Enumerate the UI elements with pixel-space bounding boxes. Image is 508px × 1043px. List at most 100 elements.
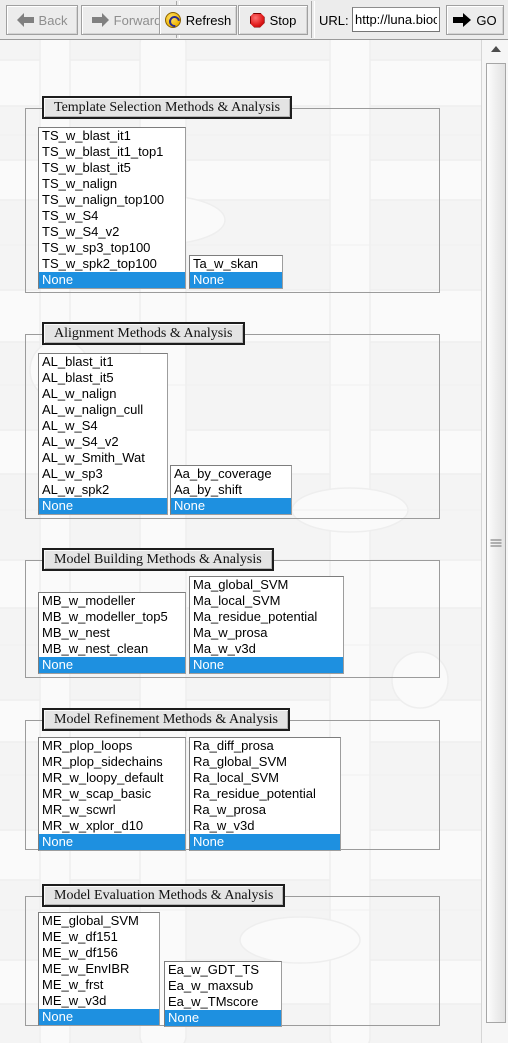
- list-item[interactable]: TS_w_blast_it1_top1: [39, 144, 185, 160]
- listbox-model-building-methods[interactable]: MB_w_modeller MB_w_modeller_top5 MB_w_ne…: [38, 592, 186, 674]
- listbox-alignment-methods[interactable]: AL_blast_it1 AL_blast_it5 AL_w_nalign AL…: [38, 353, 168, 515]
- vertical-scrollbar[interactable]: [481, 40, 508, 1043]
- list-item[interactable]: TS_w_nalign: [39, 176, 185, 192]
- list-item[interactable]: ME_w_v3d: [39, 993, 159, 1009]
- list-item[interactable]: TS_w_spk2_top100: [39, 256, 185, 272]
- list-item[interactable]: TS_w_S4_v2: [39, 224, 185, 240]
- scroll-up-arrow-icon[interactable]: [486, 42, 506, 56]
- toolbar-separator-2: [311, 1, 315, 38]
- section-template-selection-legend: Template Selection Methods & Analysis: [42, 96, 293, 119]
- list-item-selected[interactable]: None: [171, 498, 291, 514]
- list-item[interactable]: ME_w_df151: [39, 929, 159, 945]
- list-item[interactable]: ME_w_frst: [39, 977, 159, 993]
- list-item-selected[interactable]: None: [39, 834, 185, 850]
- arrow-right-icon: [91, 13, 109, 27]
- list-item[interactable]: AL_w_S4_v2: [39, 434, 167, 450]
- section-alignment-legend: Alignment Methods & Analysis: [42, 322, 245, 345]
- list-item[interactable]: Ea_w_GDT_TS: [165, 962, 281, 978]
- list-item[interactable]: AL_w_nalign_cull: [39, 402, 167, 418]
- arrow-left-icon: [16, 13, 34, 27]
- section-model-evaluation-legend: Model Evaluation Methods & Analysis: [42, 884, 286, 907]
- browser-toolbar: Back Forward Refresh Stop URL: GO: [0, 0, 508, 40]
- list-item[interactable]: TS_w_nalign_top100: [39, 192, 185, 208]
- list-item[interactable]: Ra_global_SVM: [190, 754, 340, 770]
- list-item[interactable]: MR_plop_loops: [39, 738, 185, 754]
- list-item[interactable]: AL_w_nalign: [39, 386, 167, 402]
- list-item[interactable]: AL_w_sp3: [39, 466, 167, 482]
- section-model-refinement-legend: Model Refinement Methods & Analysis: [42, 708, 290, 731]
- stop-button-label: Stop: [269, 12, 297, 28]
- list-item[interactable]: Ra_w_prosa: [190, 802, 340, 818]
- web-page: Template Selection Methods & Analysis TS…: [0, 40, 481, 1043]
- listbox-model-evaluation-methods[interactable]: ME_global_SVM ME_w_df151 ME_w_df156 ME_w…: [38, 912, 160, 1026]
- listbox-model-refinement-methods[interactable]: MR_plop_loops MR_plop_sidechains MR_w_lo…: [38, 737, 186, 851]
- list-item-selected[interactable]: None: [165, 1010, 281, 1026]
- list-item[interactable]: TS_w_blast_it1: [39, 128, 185, 144]
- url-label: URL:: [319, 13, 349, 28]
- forward-button-label: Forward: [113, 12, 162, 28]
- refresh-circular-arrow-icon: [164, 12, 181, 28]
- back-button[interactable]: Back: [6, 5, 78, 35]
- list-item[interactable]: ME_w_df156: [39, 945, 159, 961]
- list-item[interactable]: Ra_local_SVM: [190, 770, 340, 786]
- listbox-template-selection-methods[interactable]: TS_w_blast_it1 TS_w_blast_it1_top1 TS_w_…: [38, 127, 186, 289]
- list-item[interactable]: Aa_by_shift: [171, 482, 291, 498]
- list-item[interactable]: AL_blast_it5: [39, 370, 167, 386]
- list-item[interactable]: AL_w_S4: [39, 418, 167, 434]
- arrow-right-black-icon: [453, 13, 472, 27]
- list-item[interactable]: TS_w_blast_it5: [39, 160, 185, 176]
- list-item[interactable]: Ma_residue_potential: [190, 609, 343, 625]
- list-item[interactable]: MR_w_scap_basic: [39, 786, 185, 802]
- listbox-template-selection-analysis[interactable]: Ta_w_skan None: [189, 255, 283, 289]
- list-item[interactable]: MB_w_modeller_top5: [39, 609, 185, 625]
- list-item[interactable]: Ma_w_v3d: [190, 641, 343, 657]
- list-item[interactable]: AL_w_Smith_Wat: [39, 450, 167, 466]
- list-item[interactable]: Ra_residue_potential: [190, 786, 340, 802]
- go-navigate-button[interactable]: GO: [446, 5, 504, 35]
- list-item[interactable]: MR_w_xplor_d10: [39, 818, 185, 834]
- list-item[interactable]: ME_global_SVM: [39, 913, 159, 929]
- list-item[interactable]: Ra_w_v3d: [190, 818, 340, 834]
- list-item-selected[interactable]: None: [39, 498, 167, 514]
- refresh-button[interactable]: Refresh: [159, 5, 237, 35]
- list-item[interactable]: TS_w_sp3_top100: [39, 240, 185, 256]
- stop-octagon-icon: [249, 12, 265, 28]
- scrollbar-thumb[interactable]: [486, 63, 506, 1023]
- list-item[interactable]: Ma_w_prosa: [190, 625, 343, 641]
- listbox-model-refinement-analysis[interactable]: Ra_diff_prosa Ra_global_SVM Ra_local_SVM…: [189, 737, 341, 851]
- list-item[interactable]: MR_w_loopy_default: [39, 770, 185, 786]
- list-item[interactable]: Ma_global_SVM: [190, 577, 343, 593]
- list-item[interactable]: Ta_w_skan: [190, 256, 282, 272]
- list-item[interactable]: MR_w_scwrl: [39, 802, 185, 818]
- list-item[interactable]: AL_blast_it1: [39, 354, 167, 370]
- scrollbar-grip-icon: [490, 539, 502, 547]
- list-item[interactable]: MB_w_nest_clean: [39, 641, 185, 657]
- list-item[interactable]: Ea_w_maxsub: [165, 978, 281, 994]
- listbox-model-evaluation-analysis[interactable]: Ea_w_GDT_TS Ea_w_maxsub Ea_w_TMscore Non…: [164, 961, 282, 1027]
- listbox-model-building-analysis[interactable]: Ma_global_SVM Ma_local_SVM Ma_residue_po…: [189, 576, 344, 674]
- list-item[interactable]: MR_plop_sidechains: [39, 754, 185, 770]
- list-item[interactable]: Ma_local_SVM: [190, 593, 343, 609]
- list-item[interactable]: MB_w_modeller: [39, 593, 185, 609]
- list-item-selected[interactable]: None: [39, 657, 185, 673]
- list-item[interactable]: TS_w_S4: [39, 208, 185, 224]
- list-item[interactable]: Aa_by_coverage: [171, 466, 291, 482]
- list-item-selected[interactable]: None: [190, 834, 340, 850]
- list-item-selected[interactable]: None: [190, 657, 343, 673]
- stop-button[interactable]: Stop: [238, 5, 308, 35]
- list-item[interactable]: Ra_diff_prosa: [190, 738, 340, 754]
- refresh-button-label: Refresh: [185, 12, 232, 28]
- list-item-selected[interactable]: None: [39, 1009, 159, 1025]
- go-button-label: GO: [476, 12, 497, 28]
- browser-viewport: Template Selection Methods & Analysis TS…: [0, 40, 508, 1043]
- list-item-selected[interactable]: None: [39, 272, 185, 288]
- back-button-label: Back: [38, 12, 68, 28]
- list-item-selected[interactable]: None: [190, 272, 282, 288]
- list-item[interactable]: AL_w_spk2: [39, 482, 167, 498]
- list-item[interactable]: MB_w_nest: [39, 625, 185, 641]
- listbox-alignment-analysis[interactable]: Aa_by_coverage Aa_by_shift None: [170, 465, 292, 515]
- section-model-building-legend: Model Building Methods & Analysis: [42, 548, 274, 571]
- list-item[interactable]: ME_w_EnvIBR: [39, 961, 159, 977]
- url-input[interactable]: [352, 7, 440, 32]
- list-item[interactable]: Ea_w_TMscore: [165, 994, 281, 1010]
